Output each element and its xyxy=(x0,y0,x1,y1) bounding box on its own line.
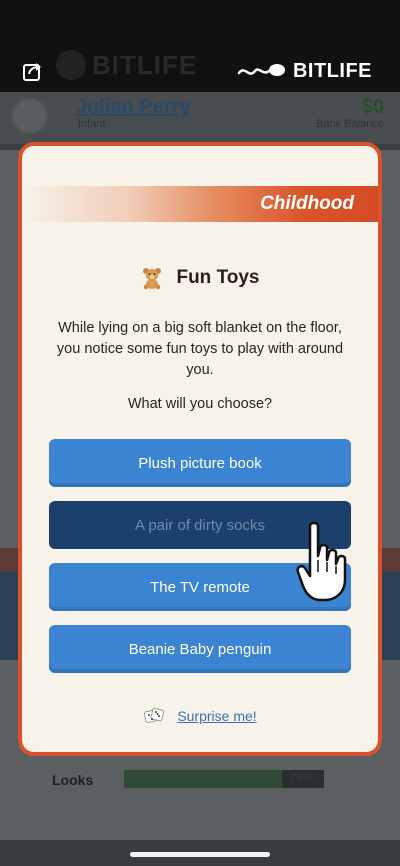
stat-label-looks: Looks xyxy=(52,772,94,788)
bank-balance-label: Bank Balance xyxy=(316,118,384,130)
bank-balance-value: $0 xyxy=(361,96,384,118)
character-name[interactable]: Julian Perry xyxy=(76,96,191,119)
event-title-row: Fun Toys xyxy=(22,262,378,294)
surprise-me-link[interactable]: Surprise me! xyxy=(177,708,256,724)
event-modal: Childhood Fun Toys While lying on a big … xyxy=(18,142,382,756)
bitlife-logo-text: BITLIFE xyxy=(292,59,372,82)
choice-button-beanie-baby-penguin[interactable]: Beanie Baby penguin xyxy=(49,625,351,673)
life-stage: Infant xyxy=(78,118,106,130)
event-question: What will you choose? xyxy=(127,396,273,412)
dice-icon xyxy=(144,707,165,724)
share-icon[interactable] xyxy=(22,60,44,82)
bg-logo-emblem xyxy=(56,50,86,80)
sperm-logo-icon xyxy=(237,64,285,76)
category-label: Childhood xyxy=(260,193,354,214)
pointing-hand-icon xyxy=(296,521,347,602)
teddy-bear-icon xyxy=(143,268,162,290)
home-indicator xyxy=(130,852,270,857)
bitlife-logo: BITLIFE xyxy=(237,58,372,84)
event-title: Fun Toys xyxy=(176,267,260,288)
stat-bar-fill xyxy=(124,770,282,788)
stat-bar-percent: 79% xyxy=(290,772,313,784)
surprise-me-row[interactable]: Surprise me! xyxy=(22,704,378,728)
bg-app-logo: BITLIFE xyxy=(92,50,198,80)
event-description: While lying on a big soft blanket on the… xyxy=(56,320,344,378)
avatar[interactable] xyxy=(12,98,48,134)
choice-button-plush-picture-book[interactable]: Plush picture book xyxy=(49,439,351,487)
